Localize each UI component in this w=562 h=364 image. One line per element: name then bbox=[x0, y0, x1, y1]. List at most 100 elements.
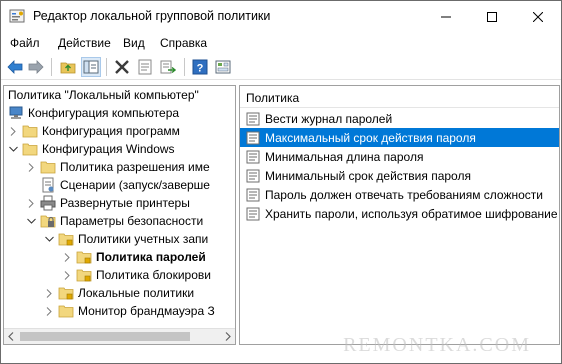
computer-icon bbox=[9, 106, 23, 119]
minimize-icon bbox=[441, 16, 451, 17]
policy-setting-icon bbox=[246, 169, 260, 182]
chevron-down-icon[interactable] bbox=[44, 230, 54, 248]
chevron-down-icon[interactable] bbox=[26, 212, 36, 230]
policy-row[interactable]: Хранить пароли, используя обратимое шифр… bbox=[240, 204, 559, 223]
tree-item-label: Конфигурация компьютера bbox=[28, 106, 180, 120]
policy-label: Максимальный срок действия пароля bbox=[265, 130, 476, 145]
folder-icon bbox=[22, 125, 38, 138]
policy-label: Минимальная длина пароля bbox=[265, 149, 424, 164]
chevron-right-icon[interactable] bbox=[26, 194, 36, 212]
policy-row-selected[interactable]: Максимальный срок действия пароля bbox=[240, 128, 559, 147]
help-button[interactable]: ? bbox=[191, 58, 209, 76]
forward-arrow-icon bbox=[28, 60, 44, 74]
chevron-right-icon[interactable] bbox=[62, 248, 72, 266]
chevron-down-icon[interactable] bbox=[8, 140, 18, 158]
policy-setting-icon bbox=[246, 112, 260, 125]
tree-item-password-policy[interactable]: Политика паролей bbox=[62, 248, 206, 266]
back-arrow-icon bbox=[7, 60, 23, 74]
policy-setting-icon bbox=[246, 131, 260, 144]
tree-item-label: Политика блокирови bbox=[96, 268, 211, 282]
title-bar[interactable]: Редактор локальной групповой политики bbox=[1, 1, 561, 32]
policy-setting-icon bbox=[246, 150, 260, 163]
security-folder-icon bbox=[76, 251, 92, 264]
delete-x-icon bbox=[115, 60, 129, 74]
chevron-right-icon[interactable] bbox=[62, 266, 72, 284]
minimize-button[interactable] bbox=[423, 1, 469, 32]
scrollbar-thumb[interactable] bbox=[20, 332, 190, 341]
scroll-right-icon[interactable] bbox=[224, 332, 232, 341]
gpedit-window: Редактор локальной групповой политики Фа… bbox=[0, 0, 562, 364]
horizontal-scrollbar[interactable] bbox=[4, 328, 235, 344]
tree-item-name-resolution-policy[interactable]: Политика разрешения име bbox=[26, 158, 210, 176]
policy-row[interactable]: Минимальный срок действия пароля bbox=[240, 166, 559, 185]
export-list-button[interactable] bbox=[159, 58, 177, 76]
tree-item-label: Политика разрешения име bbox=[60, 160, 210, 174]
chevron-right-icon[interactable] bbox=[44, 302, 54, 320]
printer-icon bbox=[40, 195, 56, 211]
policy-setting-icon bbox=[246, 207, 260, 220]
tree-item-windows-settings[interactable]: Конфигурация Windows bbox=[8, 140, 175, 158]
tree-item-local-policies[interactable]: Локальные политики bbox=[44, 284, 194, 302]
script-icon bbox=[42, 177, 54, 193]
up-level-button[interactable] bbox=[59, 58, 77, 76]
security-settings-icon bbox=[40, 215, 56, 228]
tree-item-deployed-printers[interactable]: Развернутые принтеры bbox=[26, 194, 190, 212]
tree-item-label: Развернутые принтеры bbox=[60, 196, 190, 210]
console-tree-icon bbox=[83, 60, 99, 74]
console-tree-pane[interactable]: Политика "Локальный компьютер" Конфигура… bbox=[3, 85, 236, 345]
delete-button[interactable] bbox=[113, 58, 131, 76]
show-hide-tree-button[interactable] bbox=[81, 57, 101, 77]
tree-item-label: Конфигурация Windows bbox=[42, 142, 175, 156]
policy-label: Минимальный срок действия пароля bbox=[265, 168, 471, 183]
folder-up-icon bbox=[60, 62, 76, 74]
tree-item-scripts[interactable]: Сценарии (запуск/заверше bbox=[26, 176, 210, 194]
column-header-policy[interactable]: Политика bbox=[240, 86, 559, 108]
tree-item-label: Политика паролей bbox=[96, 250, 206, 264]
tree-root-label[interactable]: Политика "Локальный компьютер" bbox=[8, 88, 199, 102]
export-list-icon bbox=[160, 60, 176, 74]
tree-item-label: Сценарии (запуск/заверше bbox=[60, 178, 210, 192]
tree-item-label: Политики учетных запи bbox=[78, 232, 209, 246]
forward-button[interactable] bbox=[27, 58, 45, 76]
gpedit-app-icon bbox=[9, 9, 25, 23]
policy-row[interactable]: Вести журнал паролей bbox=[240, 109, 559, 128]
maximize-icon bbox=[487, 11, 497, 22]
menu-help[interactable]: Справка bbox=[160, 36, 207, 50]
tree-item-account-policies[interactable]: Политики учетных запи bbox=[44, 230, 208, 248]
details-pane[interactable]: Политика Вести журнал паролей Максимальн… bbox=[239, 85, 560, 345]
menu-action[interactable]: Действие bbox=[58, 36, 111, 50]
policy-label: Вести журнал паролей bbox=[265, 111, 393, 126]
menu-view[interactable]: Вид bbox=[123, 36, 145, 50]
close-icon bbox=[533, 11, 543, 22]
policy-setting-icon bbox=[246, 188, 260, 201]
tree-item-security-settings[interactable]: Параметры безопасности bbox=[26, 212, 203, 230]
toolbar-separator bbox=[106, 58, 107, 76]
tree-item-account-lockout-policy[interactable]: Политика блокирови bbox=[62, 266, 211, 284]
menu-file[interactable]: Файл bbox=[10, 36, 40, 50]
folder-icon bbox=[22, 143, 38, 156]
chevron-right-icon[interactable] bbox=[44, 284, 54, 302]
tree-item-software-settings[interactable]: Конфигурация программ bbox=[8, 122, 180, 140]
tree-item-label: Конфигурация программ bbox=[42, 124, 180, 138]
help-icon: ? bbox=[192, 59, 208, 75]
svg-text:?: ? bbox=[197, 63, 204, 75]
toolbar: ? bbox=[1, 54, 561, 80]
menu-bar: Файл Действие Вид Справка bbox=[1, 32, 561, 54]
policy-row[interactable]: Пароль должен отвечать требованиям сложн… bbox=[240, 185, 559, 204]
tree-item-computer-configuration[interactable]: Конфигурация компьютера bbox=[8, 104, 179, 122]
properties-button[interactable] bbox=[136, 58, 154, 76]
scroll-left-icon[interactable] bbox=[7, 332, 15, 341]
filter-options-button[interactable] bbox=[214, 58, 232, 76]
folder-icon bbox=[40, 161, 56, 174]
policy-row[interactable]: Минимальная длина пароля bbox=[240, 147, 559, 166]
tree-item-firewall-monitor[interactable]: Монитор брандмауэра З bbox=[44, 302, 215, 320]
close-button[interactable] bbox=[515, 1, 561, 32]
folder-icon bbox=[58, 305, 74, 318]
chevron-right-icon[interactable] bbox=[26, 158, 36, 176]
tree-item-label: Монитор брандмауэра З bbox=[78, 304, 215, 318]
back-button[interactable] bbox=[6, 58, 24, 76]
chevron-right-icon[interactable] bbox=[8, 122, 18, 140]
properties-icon bbox=[138, 59, 152, 75]
maximize-button[interactable] bbox=[469, 1, 515, 32]
